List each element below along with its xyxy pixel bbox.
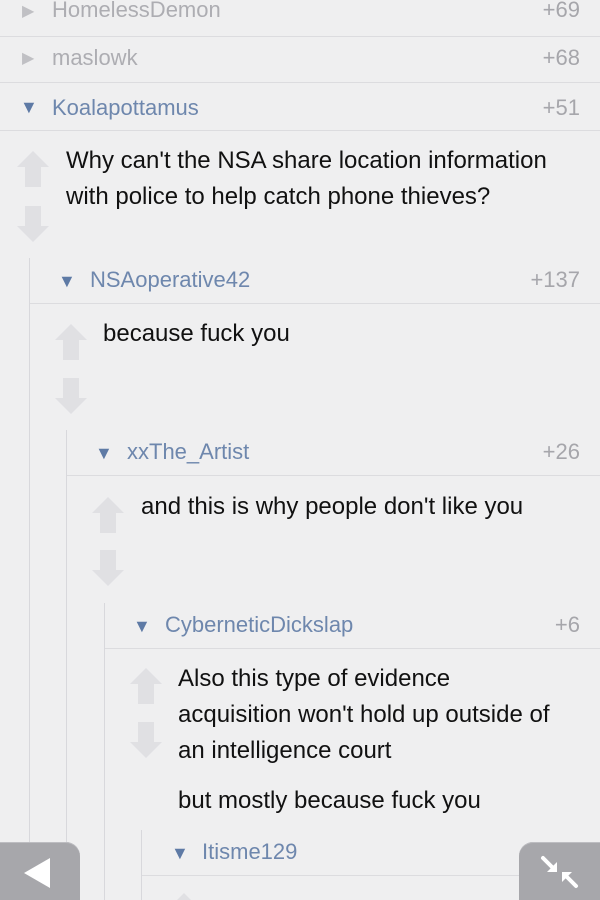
expand-triangle-icon[interactable]: ▶ [22,50,34,68]
back-arrow-icon [24,858,50,888]
upvote-icon[interactable] [168,893,200,900]
comment-username[interactable]: HomelessDemon [52,0,221,23]
comment-score: +69 [542,0,580,22]
downvote-icon[interactable] [55,378,87,414]
comment-body: because fuck you [103,316,583,352]
collapsed-comment-row[interactable]: ▶ HomelessDemon +69 [0,0,600,37]
upvote-icon[interactable] [130,668,162,704]
collapse-triangle-icon[interactable]: ▼ [95,444,113,462]
comment-score: +6 [554,612,580,637]
collapse-triangle-icon[interactable]: ▼ [58,272,76,290]
comment-thread-screen: ▶ HomelessDemon +69 ▶ maslowk +68 ▼ Koal… [0,0,600,900]
comment-score: +26 [542,439,580,464]
collapse-triangle-icon[interactable]: ▼ [20,98,38,116]
comment-body-line: because fuck you [103,320,290,347]
comment-body-line: Also this type of evidence [178,665,451,692]
comment-score: +68 [542,45,580,70]
comment-body: Also this type of evidence acquisition w… [178,661,593,819]
upvote-icon[interactable] [17,151,49,187]
comment-username[interactable]: Itisme129 [202,839,297,865]
comment-username[interactable]: NSAoperative42 [90,267,250,293]
thread-indent-line [66,430,67,900]
comment-score: +137 [530,267,580,292]
downvote-icon[interactable] [130,722,162,758]
comment-username[interactable]: maslowk [52,45,138,71]
back-button[interactable] [0,842,80,900]
collapse-triangle-icon[interactable]: ▼ [171,844,189,862]
comment-body-line: and this is why people don't like you [141,493,524,520]
comment-username[interactable]: Koalapottamus [52,95,199,121]
comment-body-line: Why can't the NSA share location informa… [66,147,547,174]
comment-body: and this is why people don't like you [141,489,591,525]
downvote-icon[interactable] [92,550,124,586]
comment-score: +51 [542,95,580,120]
downvote-icon[interactable] [17,206,49,242]
comment-header[interactable]: ▼ NSAoperative42 +137 [30,258,600,304]
comment-header[interactable]: ▼ Koalapottamus +51 [0,83,600,131]
fullscreen-toggle-button[interactable] [519,842,600,900]
comment-username[interactable]: xxThe_Artist [127,439,249,465]
collapse-triangle-icon[interactable]: ▼ [133,617,151,635]
comment-header[interactable]: ▼ xxThe_Artist +26 [67,430,600,476]
expand-triangle-icon[interactable]: ▶ [22,3,34,21]
comment-body-line: with police to help catch phone thieves? [66,183,491,210]
collapsed-comment-row[interactable]: ▶ maslowk +68 [0,37,600,83]
comment-username[interactable]: CyberneticDickslap [165,612,353,638]
comment-body-paragraph: but mostly because fuck you [178,787,481,814]
comment-body-line: an intelligence court [178,737,392,764]
comment-header[interactable]: ▼ CyberneticDickslap +6 [105,603,600,649]
comment-body: Why can't the NSA share location informa… [66,143,586,215]
collapse-arrows-icon [541,856,578,888]
thread-indent-line [29,258,30,900]
upvote-icon[interactable] [55,324,87,360]
comment-body-line: acquisition won't hold up outside of [178,701,550,728]
upvote-icon[interactable] [92,497,124,533]
